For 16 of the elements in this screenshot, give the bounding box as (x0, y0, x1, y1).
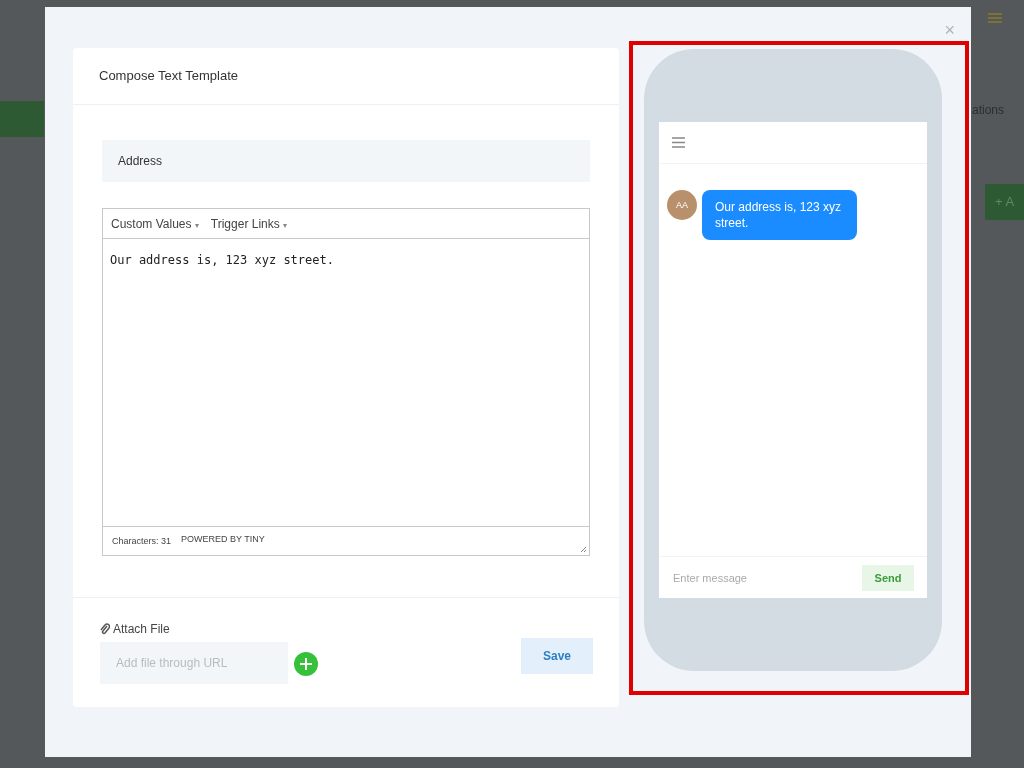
paperclip-icon (100, 623, 110, 635)
save-button[interactable]: Save (521, 638, 593, 674)
powered-by-link[interactable]: POWERED BY TINY (181, 534, 265, 544)
url-field[interactable]: Add file through URL (100, 642, 288, 684)
toolbar-dropdown[interactable]: Custom Values ▾ (105, 216, 205, 231)
toolbar-dropdown[interactable]: Trigger Links ▾ (204, 216, 294, 231)
attach-file-label: Attach File (113, 622, 170, 636)
avatar: AA (667, 190, 697, 220)
editor-text[interactable]: Our address is, 123 xyz street. (103, 239, 589, 526)
template-name-field[interactable]: Address (102, 140, 590, 182)
resize-handle-icon[interactable] (580, 546, 587, 553)
add-icon[interactable] (294, 652, 318, 676)
message-bubble: Our address is, 123 xyz street. (702, 190, 857, 240)
character-count: Characters: 31 (112, 536, 172, 546)
menu-icon[interactable] (672, 137, 685, 148)
card-title: Compose Text Template (73, 48, 619, 105)
